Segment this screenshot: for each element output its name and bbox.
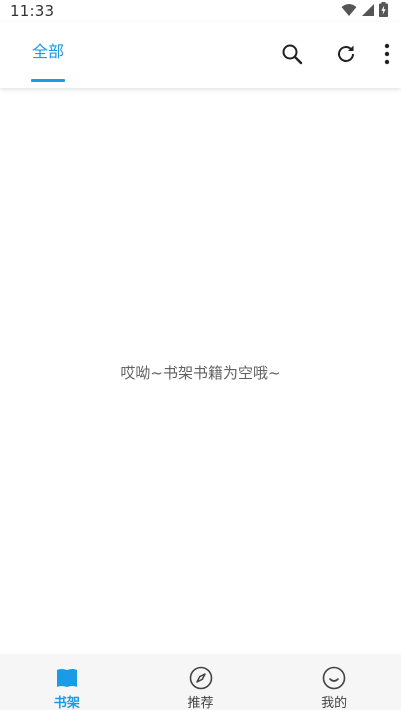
top-actions — [278, 42, 395, 70]
tab-all-label: 全部 — [31, 42, 64, 61]
bottom-navigation: 书架 推荐 我的 — [0, 654, 401, 710]
smiley-icon — [322, 666, 346, 690]
search-icon — [280, 42, 304, 70]
top-app-bar: 全部 — [0, 22, 401, 88]
tab-all[interactable]: 全部 — [30, 42, 66, 84]
nav-label-mine: 我的 — [321, 696, 348, 710]
signal-icon — [361, 2, 375, 21]
more-options-button[interactable] — [379, 42, 395, 70]
refresh-button[interactable] — [332, 42, 360, 70]
nav-label-bookshelf: 书架 — [53, 696, 80, 710]
book-icon — [55, 666, 79, 690]
empty-bookshelf-message: 哎呦~书架书籍为空哦~ — [120, 364, 281, 382]
status-icons — [341, 1, 388, 21]
status-bar: 11:33 — [0, 0, 401, 22]
wifi-icon — [341, 2, 357, 21]
bookshelf-content: 哎呦~书架书籍为空哦~ — [0, 88, 401, 654]
tab-indicator — [31, 79, 65, 82]
refresh-icon — [334, 42, 358, 70]
search-button[interactable] — [278, 42, 306, 70]
status-time: 11:33 — [10, 2, 55, 20]
compass-icon — [189, 666, 213, 690]
nav-item-mine[interactable]: 我的 — [267, 654, 401, 710]
battery-charging-icon — [379, 1, 388, 21]
nav-label-recommend: 推荐 — [187, 696, 214, 710]
more-vert-icon — [384, 43, 390, 69]
nav-item-recommend[interactable]: 推荐 — [134, 654, 268, 710]
nav-item-bookshelf[interactable]: 书架 — [0, 654, 134, 710]
